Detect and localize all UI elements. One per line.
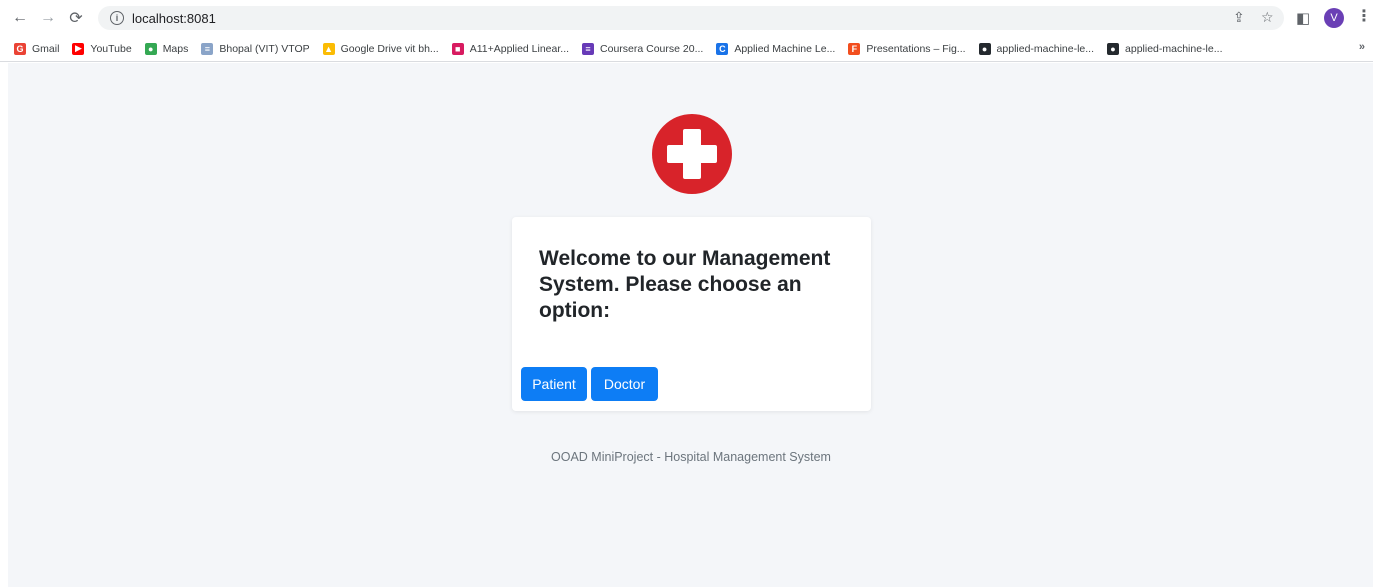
menu-icon[interactable]: ⋮ xyxy=(1356,8,1372,26)
maps-icon: ● xyxy=(144,42,157,55)
gmail-icon: G xyxy=(14,42,26,55)
bookmarks-more-icon[interactable]: » xyxy=(1359,41,1365,53)
site-info-icon[interactable]: i xyxy=(110,11,124,25)
bookmark-item[interactable]: ≡ Bhopal (VIT) VTOP xyxy=(201,42,310,55)
classroom-icon: ■ xyxy=(451,42,464,55)
forms-icon: ≡ xyxy=(582,42,595,55)
bookmark-label: applied-machine-le... xyxy=(1125,42,1223,55)
bookmark-star-icon[interactable]: ☆ xyxy=(1261,9,1274,26)
bookmark-label: Bhopal (VIT) VTOP xyxy=(219,42,310,55)
bookmark-item[interactable]: ▲ Google Drive vit bh... xyxy=(322,42,439,55)
address-url[interactable]: localhost:8081 xyxy=(132,11,216,26)
bookmark-label: YouTube xyxy=(90,42,132,55)
bookmark-item[interactable]: ■ A11+Applied Linear... xyxy=(451,42,570,55)
hospital-cross-logo xyxy=(652,114,732,194)
figma-icon: F xyxy=(848,42,861,55)
bookmark-item[interactable]: ● applied-machine-le... xyxy=(978,42,1095,55)
browser-toolbar: ← → ⟳ i localhost:8081 ⇪ ☆ ◧ V ⋮ xyxy=(0,0,1373,36)
side-panel-icon[interactable]: ◧ xyxy=(1296,9,1310,27)
reload-icon[interactable]: ⟳ xyxy=(66,8,86,28)
bookmark-label: applied-machine-le... xyxy=(996,42,1095,55)
bookmarks-bar: G Gmail ▶ YouTube ● Maps ≡ Bhopal (VIT) VTOP ▲ Go… xyxy=(0,36,1373,62)
bookmark-item[interactable]: ● applied-machine-le... xyxy=(1107,42,1223,55)
bookmark-item[interactable]: ≡ Coursera Course 20... xyxy=(582,42,704,55)
bookmark-label: Applied Machine Le... xyxy=(734,42,836,55)
profile-avatar[interactable]: V xyxy=(1324,8,1344,28)
share-icon[interactable]: ⇪ xyxy=(1233,9,1245,26)
bookmark-item[interactable]: G Gmail xyxy=(14,42,60,55)
coursera-icon: C xyxy=(716,42,729,55)
bookmark-label: Gmail xyxy=(32,42,60,55)
bookmark-item[interactable]: ▶ YouTube xyxy=(72,42,132,55)
bookmark-item[interactable]: C Applied Machine Le... xyxy=(716,42,836,55)
back-icon[interactable]: ← xyxy=(10,8,30,28)
bookmark-label: Coursera Course 20... xyxy=(600,42,704,55)
drive-icon: ▲ xyxy=(322,42,335,55)
github-icon: ● xyxy=(978,42,991,55)
welcome-card: Welcome to our Management System. Please… xyxy=(512,217,871,411)
bookmark-item[interactable]: F Presentations – Fig... xyxy=(848,42,966,55)
bookmark-label: Google Drive vit bh... xyxy=(340,42,439,55)
youtube-icon: ▶ xyxy=(72,42,85,55)
bookmark-label: Maps xyxy=(162,42,189,55)
patient-button[interactable]: Patient xyxy=(521,367,587,401)
forward-icon[interactable]: → xyxy=(38,8,58,28)
bookmark-label: A11+Applied Linear... xyxy=(469,42,570,55)
footer-text: OOAD MiniProject - Hospital Management S… xyxy=(551,450,831,464)
bookmark-item[interactable]: ● Maps xyxy=(144,42,189,55)
bookmark-label: Presentations – Fig... xyxy=(866,42,966,55)
github-icon: ● xyxy=(1107,42,1120,55)
page-content: Welcome to our Management System. Please… xyxy=(8,63,1373,587)
welcome-heading: Welcome to our Management System. Please… xyxy=(539,247,831,322)
doctor-button[interactable]: Doctor xyxy=(591,367,658,401)
vtop-icon: ≡ xyxy=(201,42,214,55)
address-bar[interactable]: i localhost:8081 xyxy=(98,6,1284,30)
